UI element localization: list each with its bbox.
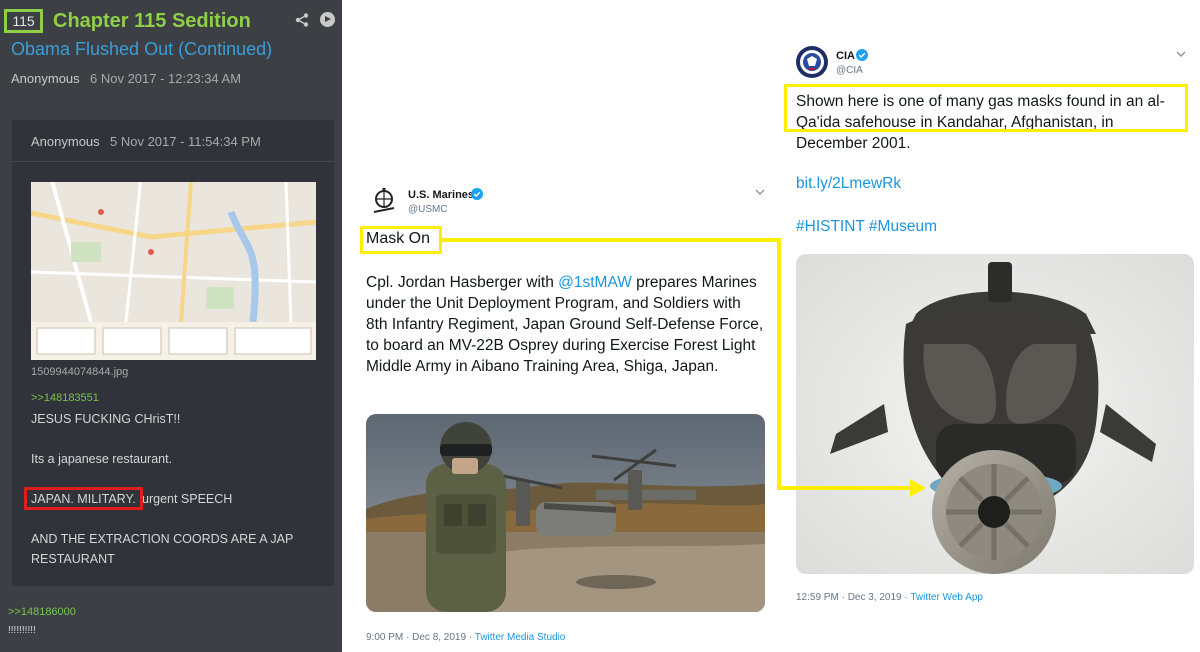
hashtag-links[interactable]: #HISTINT #Museum: [796, 218, 937, 236]
yellow-highlight-box: [360, 226, 442, 254]
mention-link[interactable]: @1stMAW: [558, 274, 632, 291]
usmc-emblem-avatar[interactable]: [368, 186, 400, 218]
chevron-down-icon[interactable]: [755, 188, 765, 196]
tweet-time[interactable]: 12:59 PM · Dec 3, 2019 ·: [796, 592, 910, 603]
verified-badge-icon: [471, 188, 483, 200]
post-date: 6 Nov 2017 - 12:23:34 AM: [90, 71, 242, 86]
chapter-number-badge: 115: [4, 9, 43, 33]
tweet-cia: CIA @CIA Shown here is one of many gas m…: [784, 36, 1200, 616]
post-line: RESTAURANT: [31, 552, 115, 566]
qpost-panel: 115 Chapter 115 Sedition Obama Flushed O…: [0, 0, 342, 652]
tweet-time[interactable]: 9:00 PM · Dec 8, 2019 ·: [366, 632, 475, 643]
post-line: Its a japanese restaurant.: [31, 452, 173, 466]
tweet-source-link[interactable]: Twitter Media Studio: [475, 632, 566, 643]
tweet-link[interactable]: bit.ly/2LmewRk: [796, 175, 901, 193]
cia-seal-avatar[interactable]: [796, 46, 828, 78]
reply-link[interactable]: >>148186000: [8, 606, 76, 618]
arrow-right-icon[interactable]: [320, 12, 335, 27]
cia-display-name[interactable]: CIA: [836, 50, 855, 62]
usmc-display-name[interactable]: U.S. Marines: [408, 189, 474, 201]
post-line: JESUS FUCKING CHrisT!!: [31, 412, 181, 426]
reply-link[interactable]: >>148183551: [31, 392, 99, 404]
osprey-photo[interactable]: [366, 414, 765, 612]
chevron-down-icon[interactable]: [1176, 50, 1186, 58]
screenshot-collage: 115 Chapter 115 Sedition Obama Flushed O…: [0, 0, 1200, 652]
yellow-highlight-box: [784, 84, 1188, 132]
tweet-source-link[interactable]: Twitter Web App: [910, 592, 983, 603]
post-line: AND THE EXTRACTION COORDS ARE A JAP: [31, 532, 294, 546]
post-author: Anonymous: [11, 71, 80, 86]
quoted-post-date: 5 Nov 2017 - 11:54:34 PM: [110, 134, 261, 149]
verified-badge-icon: [856, 49, 868, 61]
cia-handle[interactable]: @CIA: [836, 65, 863, 76]
chapter-title: Chapter 115 Sedition: [53, 10, 251, 32]
tweet-timestamp: 9:00 PM · Dec 8, 2019 · Twitter Media St…: [366, 632, 565, 643]
gas-mask-photo[interactable]: [796, 254, 1194, 574]
quoted-post-header: Anonymous 5 Nov 2017 - 11:54:34 PM: [12, 120, 334, 162]
red-highlight-box: [24, 487, 143, 510]
tweet-timestamp: 12:59 PM · Dec 3, 2019 · Twitter Web App: [796, 592, 983, 603]
tweet-usmc: U.S. Marines @USMC Mask On Cpl. Jordan H…: [352, 176, 780, 652]
post-line: urgent SPEECH: [142, 492, 233, 506]
post-subtitle[interactable]: Obama Flushed Out (Continued): [11, 39, 272, 60]
map-image[interactable]: [31, 182, 316, 360]
post-line: !!!!!!!!!!: [8, 625, 36, 636]
usmc-handle[interactable]: @USMC: [408, 204, 448, 215]
tweet-body: Cpl. Jordan Hasberger with @1stMAW prepa…: [366, 272, 766, 377]
quoted-post-author: Anonymous: [31, 134, 100, 149]
image-filename[interactable]: 1509944074844.jpg: [31, 366, 128, 378]
quoted-post: Anonymous 5 Nov 2017 - 11:54:34 PM 15099…: [12, 120, 334, 586]
tweet-body-text: Cpl. Jordan Hasberger with: [366, 274, 559, 291]
share-icon[interactable]: [295, 13, 309, 27]
